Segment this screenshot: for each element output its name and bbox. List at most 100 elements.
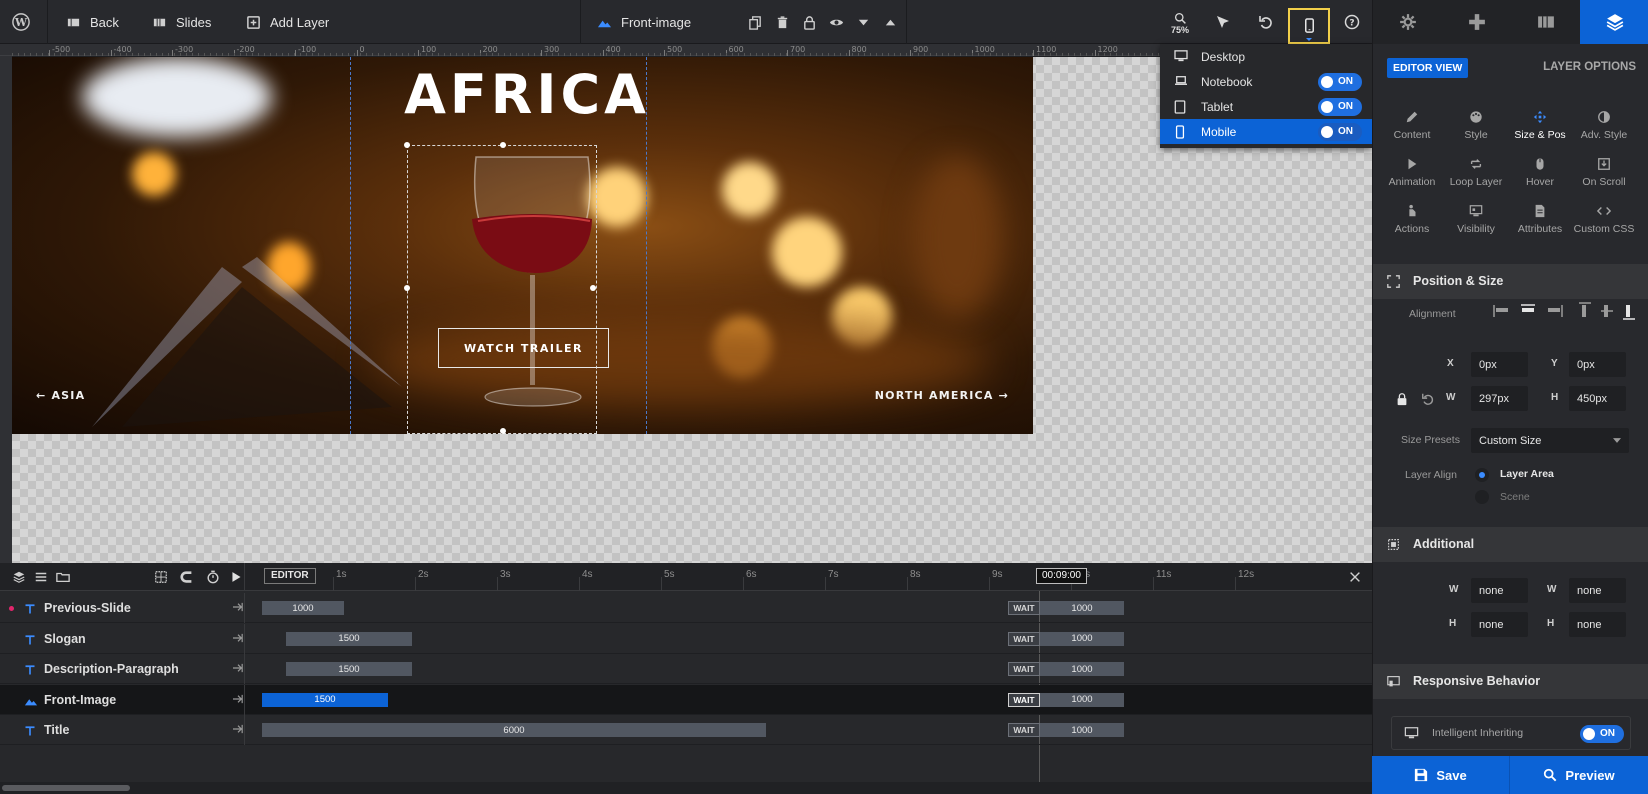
- align-left-icon[interactable]: [1493, 304, 1511, 318]
- option-size-pos[interactable]: Size & Pos: [1507, 110, 1573, 154]
- arrow-to-end-icon[interactable]: [232, 694, 244, 704]
- layer-end-bar[interactable]: 1000: [1040, 631, 1124, 646]
- size-presets-select[interactable]: Custom Size: [1471, 428, 1629, 453]
- eye-icon[interactable]: [829, 15, 844, 30]
- wait-marker[interactable]: WAIT: [1008, 662, 1040, 676]
- width-input[interactable]: 297px: [1471, 386, 1528, 411]
- min-width-input[interactable]: none: [1471, 578, 1528, 603]
- cursor-icon[interactable]: [1215, 14, 1231, 30]
- move-up-icon[interactable]: [883, 15, 898, 30]
- tablet-toggle[interactable]: ON: [1318, 98, 1362, 116]
- arrow-to-end-icon[interactable]: [232, 633, 244, 643]
- lock-icon[interactable]: [802, 15, 817, 30]
- additional-section[interactable]: Additional: [1373, 527, 1648, 562]
- arrow-to-end-icon[interactable]: [232, 724, 244, 734]
- add-layer-button[interactable]: Add Layer: [246, 0, 329, 44]
- layer-end-bar[interactable]: 1000: [1040, 601, 1124, 615]
- timeline-scrollbar-track[interactable]: [0, 782, 1372, 794]
- arrow-to-end-icon[interactable]: [232, 602, 244, 612]
- option-visibility[interactable]: Visibility: [1443, 204, 1509, 248]
- preview-button[interactable]: Preview: [1510, 756, 1648, 794]
- slides-button[interactable]: Slides: [152, 0, 211, 44]
- layer-end-bar[interactable]: 1000: [1040, 692, 1124, 707]
- layer-area-radio[interactable]: [1475, 468, 1489, 482]
- option-custom-css[interactable]: Custom CSS: [1571, 204, 1637, 248]
- position-size-section[interactable]: Position & Size: [1373, 264, 1648, 299]
- layer-start-bar[interactable]: 6000: [262, 723, 766, 737]
- current-time[interactable]: 00:09:00: [1036, 568, 1087, 584]
- slide-title[interactable]: AFRICA: [362, 63, 692, 126]
- height-input[interactable]: 450px: [1569, 386, 1626, 411]
- align-middle-icon[interactable]: [1600, 302, 1614, 320]
- folder-icon[interactable]: [56, 570, 70, 584]
- magnet-icon[interactable]: [180, 570, 194, 584]
- zoom-button[interactable]: 75%: [1168, 12, 1192, 35]
- tab-layers[interactable]: [1580, 0, 1648, 44]
- tab-navigation[interactable]: [1442, 0, 1511, 44]
- layer-end-bar[interactable]: 1000: [1040, 723, 1124, 737]
- trash-icon[interactable]: [775, 15, 790, 30]
- responsive-section[interactable]: Responsive Behavior: [1373, 664, 1648, 699]
- option-style[interactable]: Style: [1443, 110, 1509, 154]
- device-option-notebook[interactable]: Notebook ON: [1160, 69, 1372, 94]
- duplicate-icon[interactable]: [748, 15, 763, 30]
- editor-view-badge[interactable]: EDITOR VIEW: [1387, 58, 1469, 78]
- option-animation[interactable]: Animation: [1379, 157, 1445, 201]
- wait-marker[interactable]: WAIT: [1008, 631, 1040, 646]
- snap-grid-icon[interactable]: [154, 570, 168, 584]
- max-width-input[interactable]: none: [1569, 578, 1626, 603]
- option-adv-style[interactable]: Adv. Style: [1571, 110, 1637, 154]
- next-slide-nav[interactable]: NORTH AMERICA →: [875, 389, 1009, 402]
- option-loop-layer[interactable]: Loop Layer: [1443, 157, 1509, 201]
- x-input[interactable]: 0px: [1471, 352, 1528, 377]
- intelligent-inheriting-toggle[interactable]: ON: [1580, 725, 1624, 743]
- align-center-icon[interactable]: [1519, 304, 1537, 318]
- option-attributes[interactable]: Attributes: [1507, 204, 1573, 248]
- layer-start-bar[interactable]: 1500: [262, 692, 388, 707]
- notebook-toggle[interactable]: ON: [1318, 73, 1362, 91]
- slide-preview[interactable]: AFRICA WATCH TRAILER ← ASIA NORTH AMERIC…: [12, 57, 1033, 434]
- timeline-layer-row[interactable]: Previous-Slide 1000 WAIT 1000: [0, 593, 1372, 623]
- prev-slide-nav[interactable]: ← ASIA: [36, 389, 85, 402]
- play-icon[interactable]: [230, 570, 243, 584]
- device-selector-button[interactable]: [1288, 8, 1330, 44]
- layer-start-bar[interactable]: 1000: [262, 601, 344, 615]
- align-right-icon[interactable]: [1545, 304, 1563, 318]
- option-actions[interactable]: Actions: [1379, 204, 1445, 248]
- mobile-toggle[interactable]: ON: [1318, 123, 1362, 141]
- align-top-icon[interactable]: [1578, 302, 1592, 320]
- wordpress-logo-button[interactable]: W: [12, 0, 30, 44]
- layer-end-bar[interactable]: 1000: [1040, 662, 1124, 676]
- save-button[interactable]: Save: [1372, 756, 1510, 794]
- lock-ratio-icon[interactable]: [1395, 392, 1409, 406]
- wait-marker[interactable]: WAIT: [1008, 692, 1040, 707]
- device-option-mobile[interactable]: Mobile ON: [1160, 119, 1372, 144]
- layer-start-bar[interactable]: 1500: [286, 631, 412, 646]
- align-bottom-icon[interactable]: [1622, 302, 1636, 320]
- timeline-scrollbar-thumb[interactable]: [2, 785, 130, 791]
- layer-start-bar[interactable]: 1500: [286, 662, 412, 676]
- arrow-to-end-icon[interactable]: [232, 663, 244, 673]
- device-option-tablet[interactable]: Tablet ON: [1160, 94, 1372, 119]
- min-height-input[interactable]: none: [1471, 612, 1528, 637]
- y-input[interactable]: 0px: [1569, 352, 1626, 377]
- list-icon[interactable]: [34, 570, 48, 584]
- timeline-layer-row[interactable]: Title 6000 WAIT 1000: [0, 715, 1372, 745]
- tab-slide-settings[interactable]: [1373, 0, 1442, 44]
- timer-icon[interactable]: [206, 570, 220, 584]
- scene-radio[interactable]: [1475, 490, 1489, 504]
- max-height-input[interactable]: none: [1569, 612, 1626, 637]
- layers-icon[interactable]: [12, 570, 26, 584]
- timeline-layer-row[interactable]: Description-Paragraph 1500 WAIT 1000: [0, 654, 1372, 684]
- move-down-icon[interactable]: [856, 15, 871, 30]
- device-option-desktop[interactable]: Desktop: [1160, 44, 1372, 69]
- tab-slides[interactable]: [1511, 0, 1580, 44]
- selected-layer-frame[interactable]: [404, 142, 597, 434]
- watch-trailer-button[interactable]: WATCH TRAILER: [438, 328, 609, 368]
- undo-icon[interactable]: [1258, 14, 1274, 30]
- reset-size-icon[interactable]: [1421, 392, 1435, 406]
- timeline-layer-row[interactable]: Slogan 1500 WAIT 1000: [0, 623, 1372, 654]
- wait-marker[interactable]: WAIT: [1008, 723, 1040, 737]
- option-on-scroll[interactable]: On Scroll: [1571, 157, 1637, 201]
- wait-marker[interactable]: WAIT: [1008, 601, 1040, 615]
